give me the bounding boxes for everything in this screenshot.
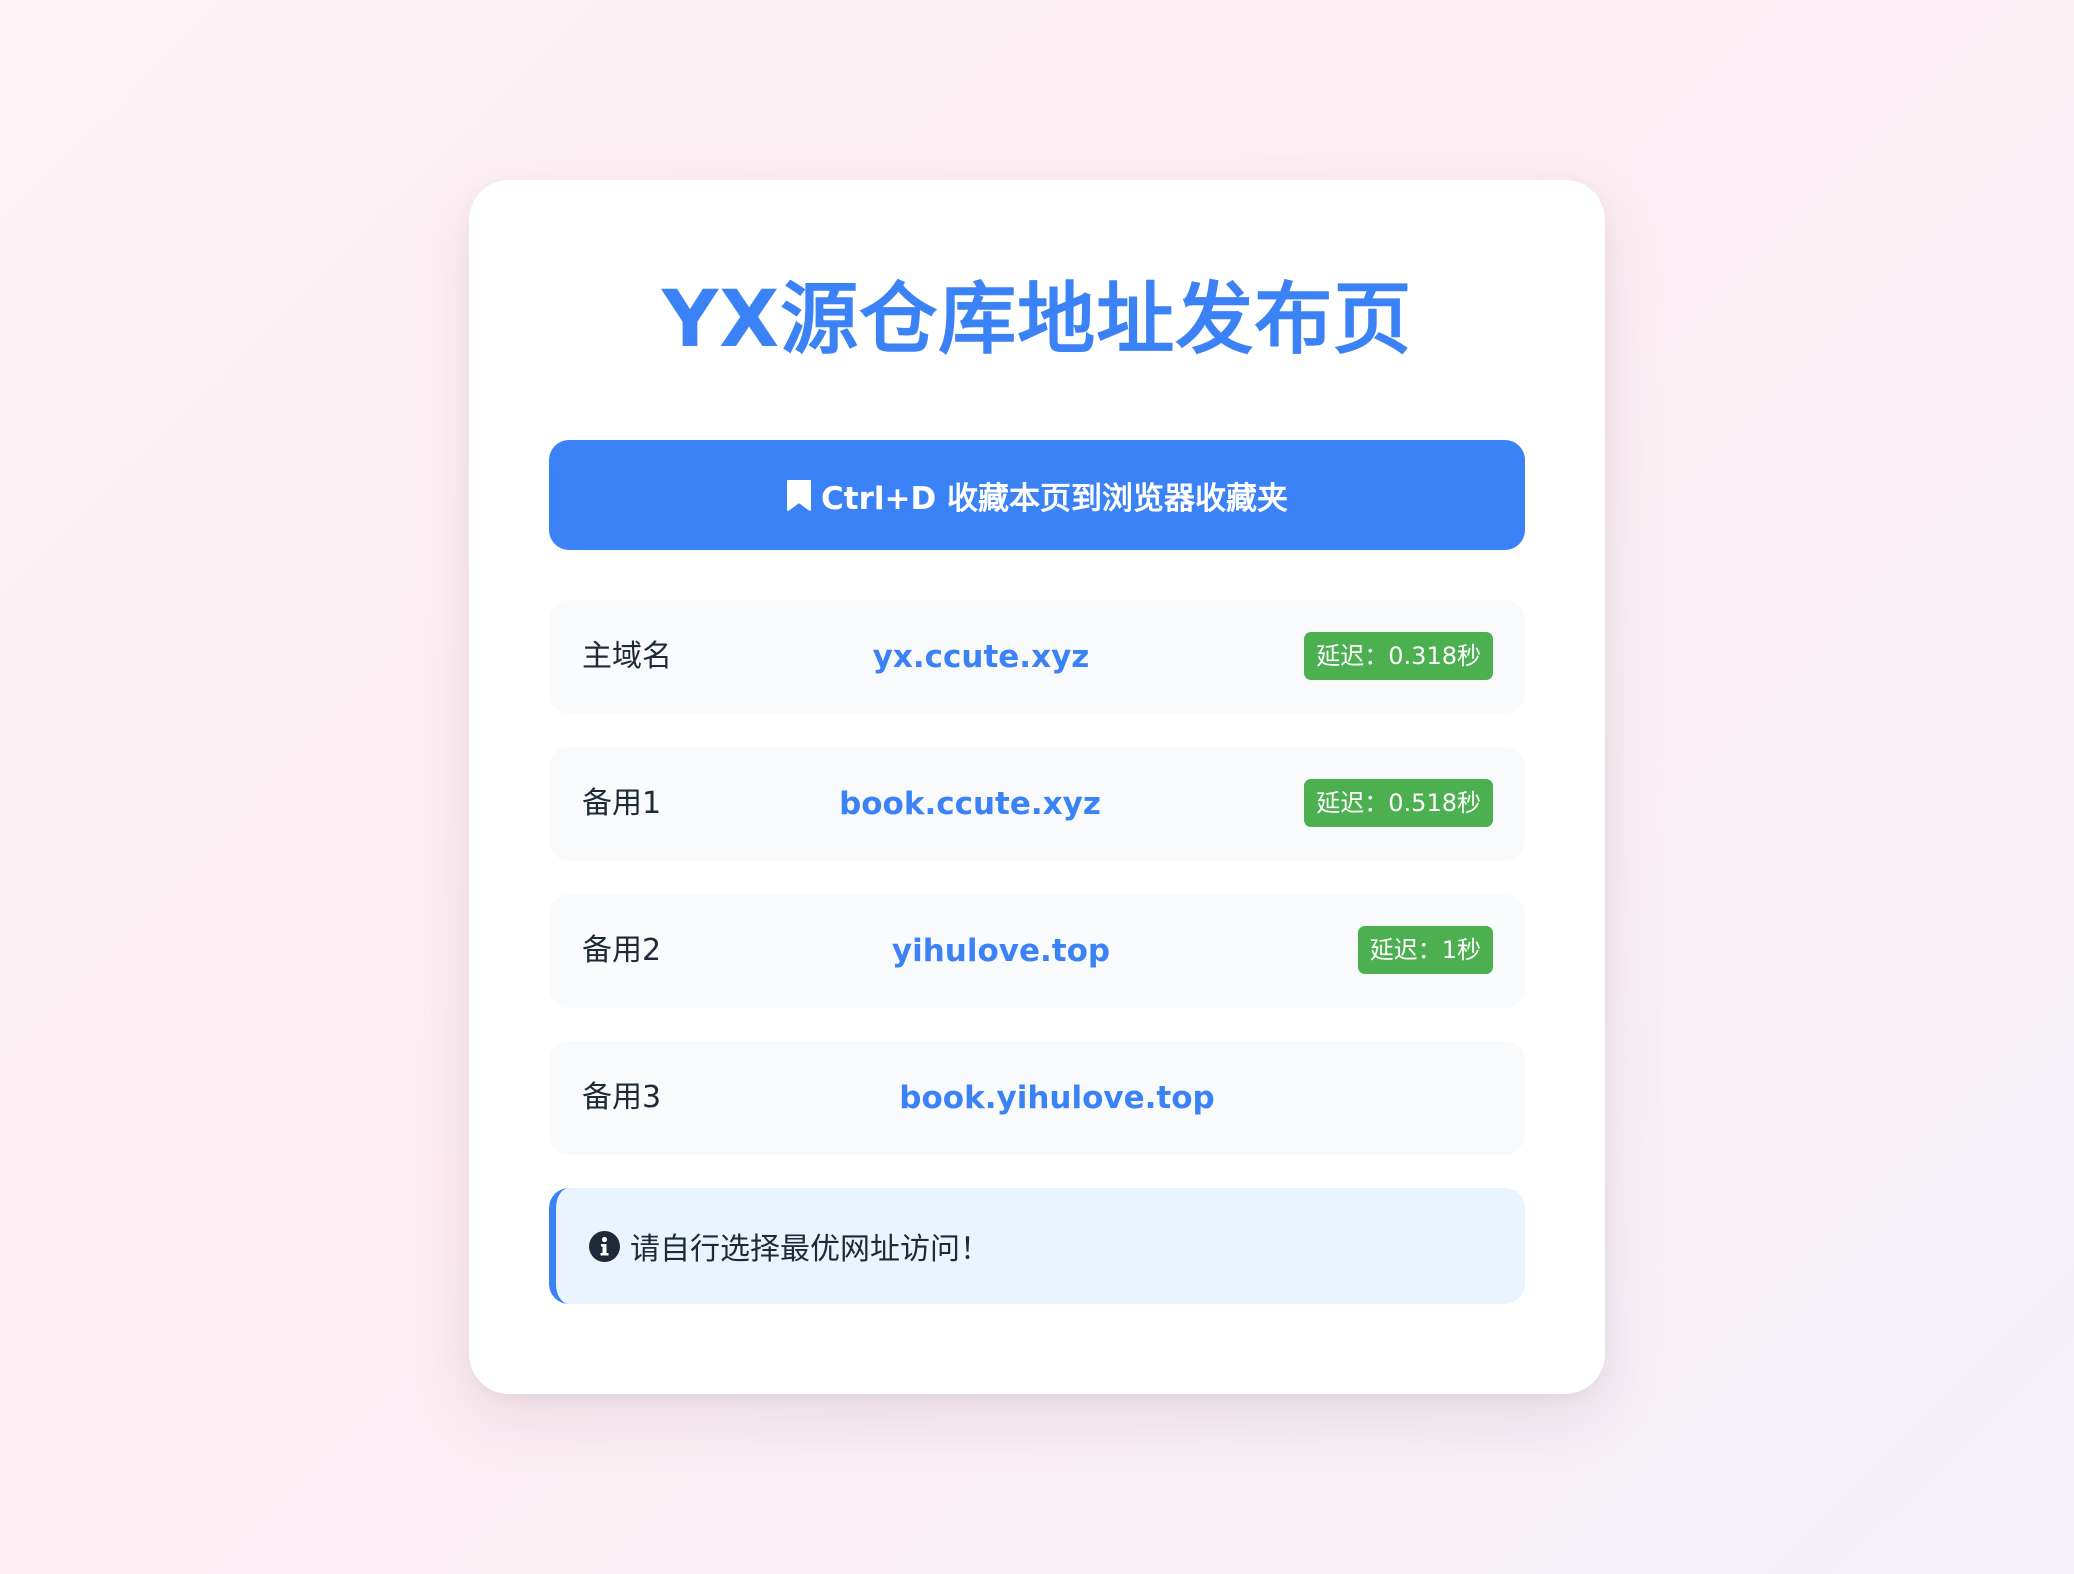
bookmark-button[interactable]: Ctrl+D 收藏本页到浏览器收藏夹 (549, 440, 1525, 550)
domain-row-backup-3: 备用3 book.yihulove.top (549, 1041, 1525, 1155)
domain-label: 主域名 (582, 639, 672, 674)
domain-link[interactable]: book.ccute.xyz (839, 747, 1101, 861)
address-card: YX源仓库地址发布页 Ctrl+D 收藏本页到浏览器收藏夹 主域名 yx.ccu… (469, 180, 1605, 1394)
page-title: YX源仓库地址发布页 (661, 275, 1413, 365)
domain-link[interactable]: yihulove.top (892, 894, 1110, 1008)
latency-badge: 延迟：1秒 (1357, 926, 1493, 974)
domain-link[interactable]: book.yihulove.top (899, 1041, 1214, 1155)
latency-badge: 延迟：0.318秒 (1304, 632, 1493, 680)
domain-row-main: 主域名 yx.ccute.xyz 延迟：0.318秒 (549, 600, 1525, 714)
info-icon (589, 1230, 620, 1262)
bookmark-icon (786, 479, 812, 511)
domain-label: 备用2 (582, 933, 662, 968)
latency-badge: 延迟：0.518秒 (1304, 779, 1493, 827)
domain-label: 备用3 (582, 1080, 662, 1115)
notice-box: 请自行选择最优网址访问！ (549, 1188, 1525, 1304)
domain-label: 备用1 (582, 786, 662, 821)
domain-link[interactable]: yx.ccute.xyz (873, 600, 1090, 714)
domain-row-backup-2: 备用2 yihulove.top 延迟：1秒 (549, 894, 1525, 1008)
domain-list: 主域名 yx.ccute.xyz 延迟：0.318秒 备用1 book.ccut… (549, 600, 1525, 1155)
bookmark-button-label: Ctrl+D 收藏本页到浏览器收藏夹 (821, 480, 1288, 517)
domain-row-backup-1: 备用1 book.ccute.xyz 延迟：0.518秒 (549, 747, 1525, 861)
notice-text: 请自行选择最优网址访问！ (630, 1232, 990, 1267)
